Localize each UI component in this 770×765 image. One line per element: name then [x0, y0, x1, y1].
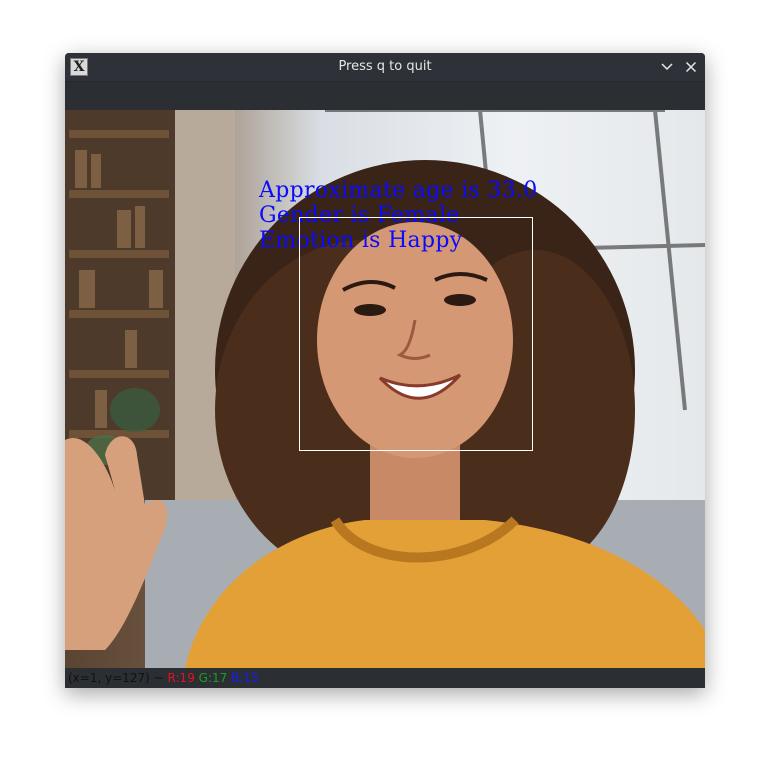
cursor-coordinates: (x=1, y=127) ~ [68, 671, 164, 685]
status-bar: (x=1, y=127) ~ R:19 G:17 B:15 [65, 668, 705, 688]
face-detection-box [299, 217, 533, 451]
image-viewer-window: X Press q to quit Approximate age is 33.… [65, 53, 705, 688]
close-icon [685, 61, 697, 73]
pixel-green-value: G:17 [198, 671, 228, 685]
minimize-button[interactable] [657, 57, 677, 77]
pixel-red-value: R:19 [167, 671, 195, 685]
chevron-down-icon [661, 63, 673, 71]
title-bar[interactable]: X Press q to quit [65, 53, 705, 81]
image-canvas[interactable]: Approximate age is 33.0 Gender is Female… [65, 110, 705, 668]
close-button[interactable] [681, 57, 701, 77]
pixel-blue-value: B:15 [231, 671, 259, 685]
window-title: Press q to quit [338, 59, 432, 74]
toolbar-area [65, 81, 705, 111]
age-prediction-label: Approximate age is 33.0 [259, 178, 538, 203]
